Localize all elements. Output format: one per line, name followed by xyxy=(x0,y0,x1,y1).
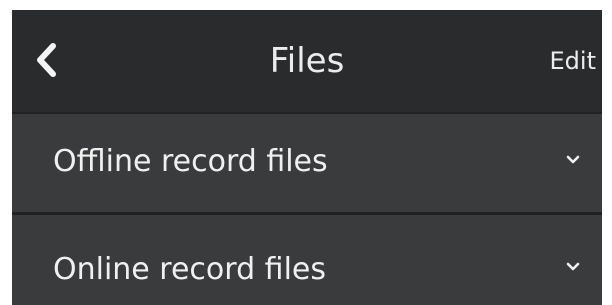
list-item-offline-record-files[interactable]: Offline record files xyxy=(12,114,602,210)
edit-button[interactable]: Edit xyxy=(550,44,596,78)
list-item-label: Offline record files xyxy=(53,144,328,179)
chevron-left-icon xyxy=(37,43,56,77)
back-button[interactable] xyxy=(20,34,72,86)
chevron-down-icon xyxy=(566,262,580,271)
list-item-online-record-files[interactable]: Online record files xyxy=(12,215,602,305)
list-item-label: Online record files xyxy=(53,252,326,287)
page-title: Files xyxy=(269,41,345,81)
navigation-bar: Files Edit xyxy=(12,10,602,112)
files-screen: Files Edit Offline record files Online r… xyxy=(12,10,602,305)
chevron-down-icon xyxy=(566,155,580,164)
